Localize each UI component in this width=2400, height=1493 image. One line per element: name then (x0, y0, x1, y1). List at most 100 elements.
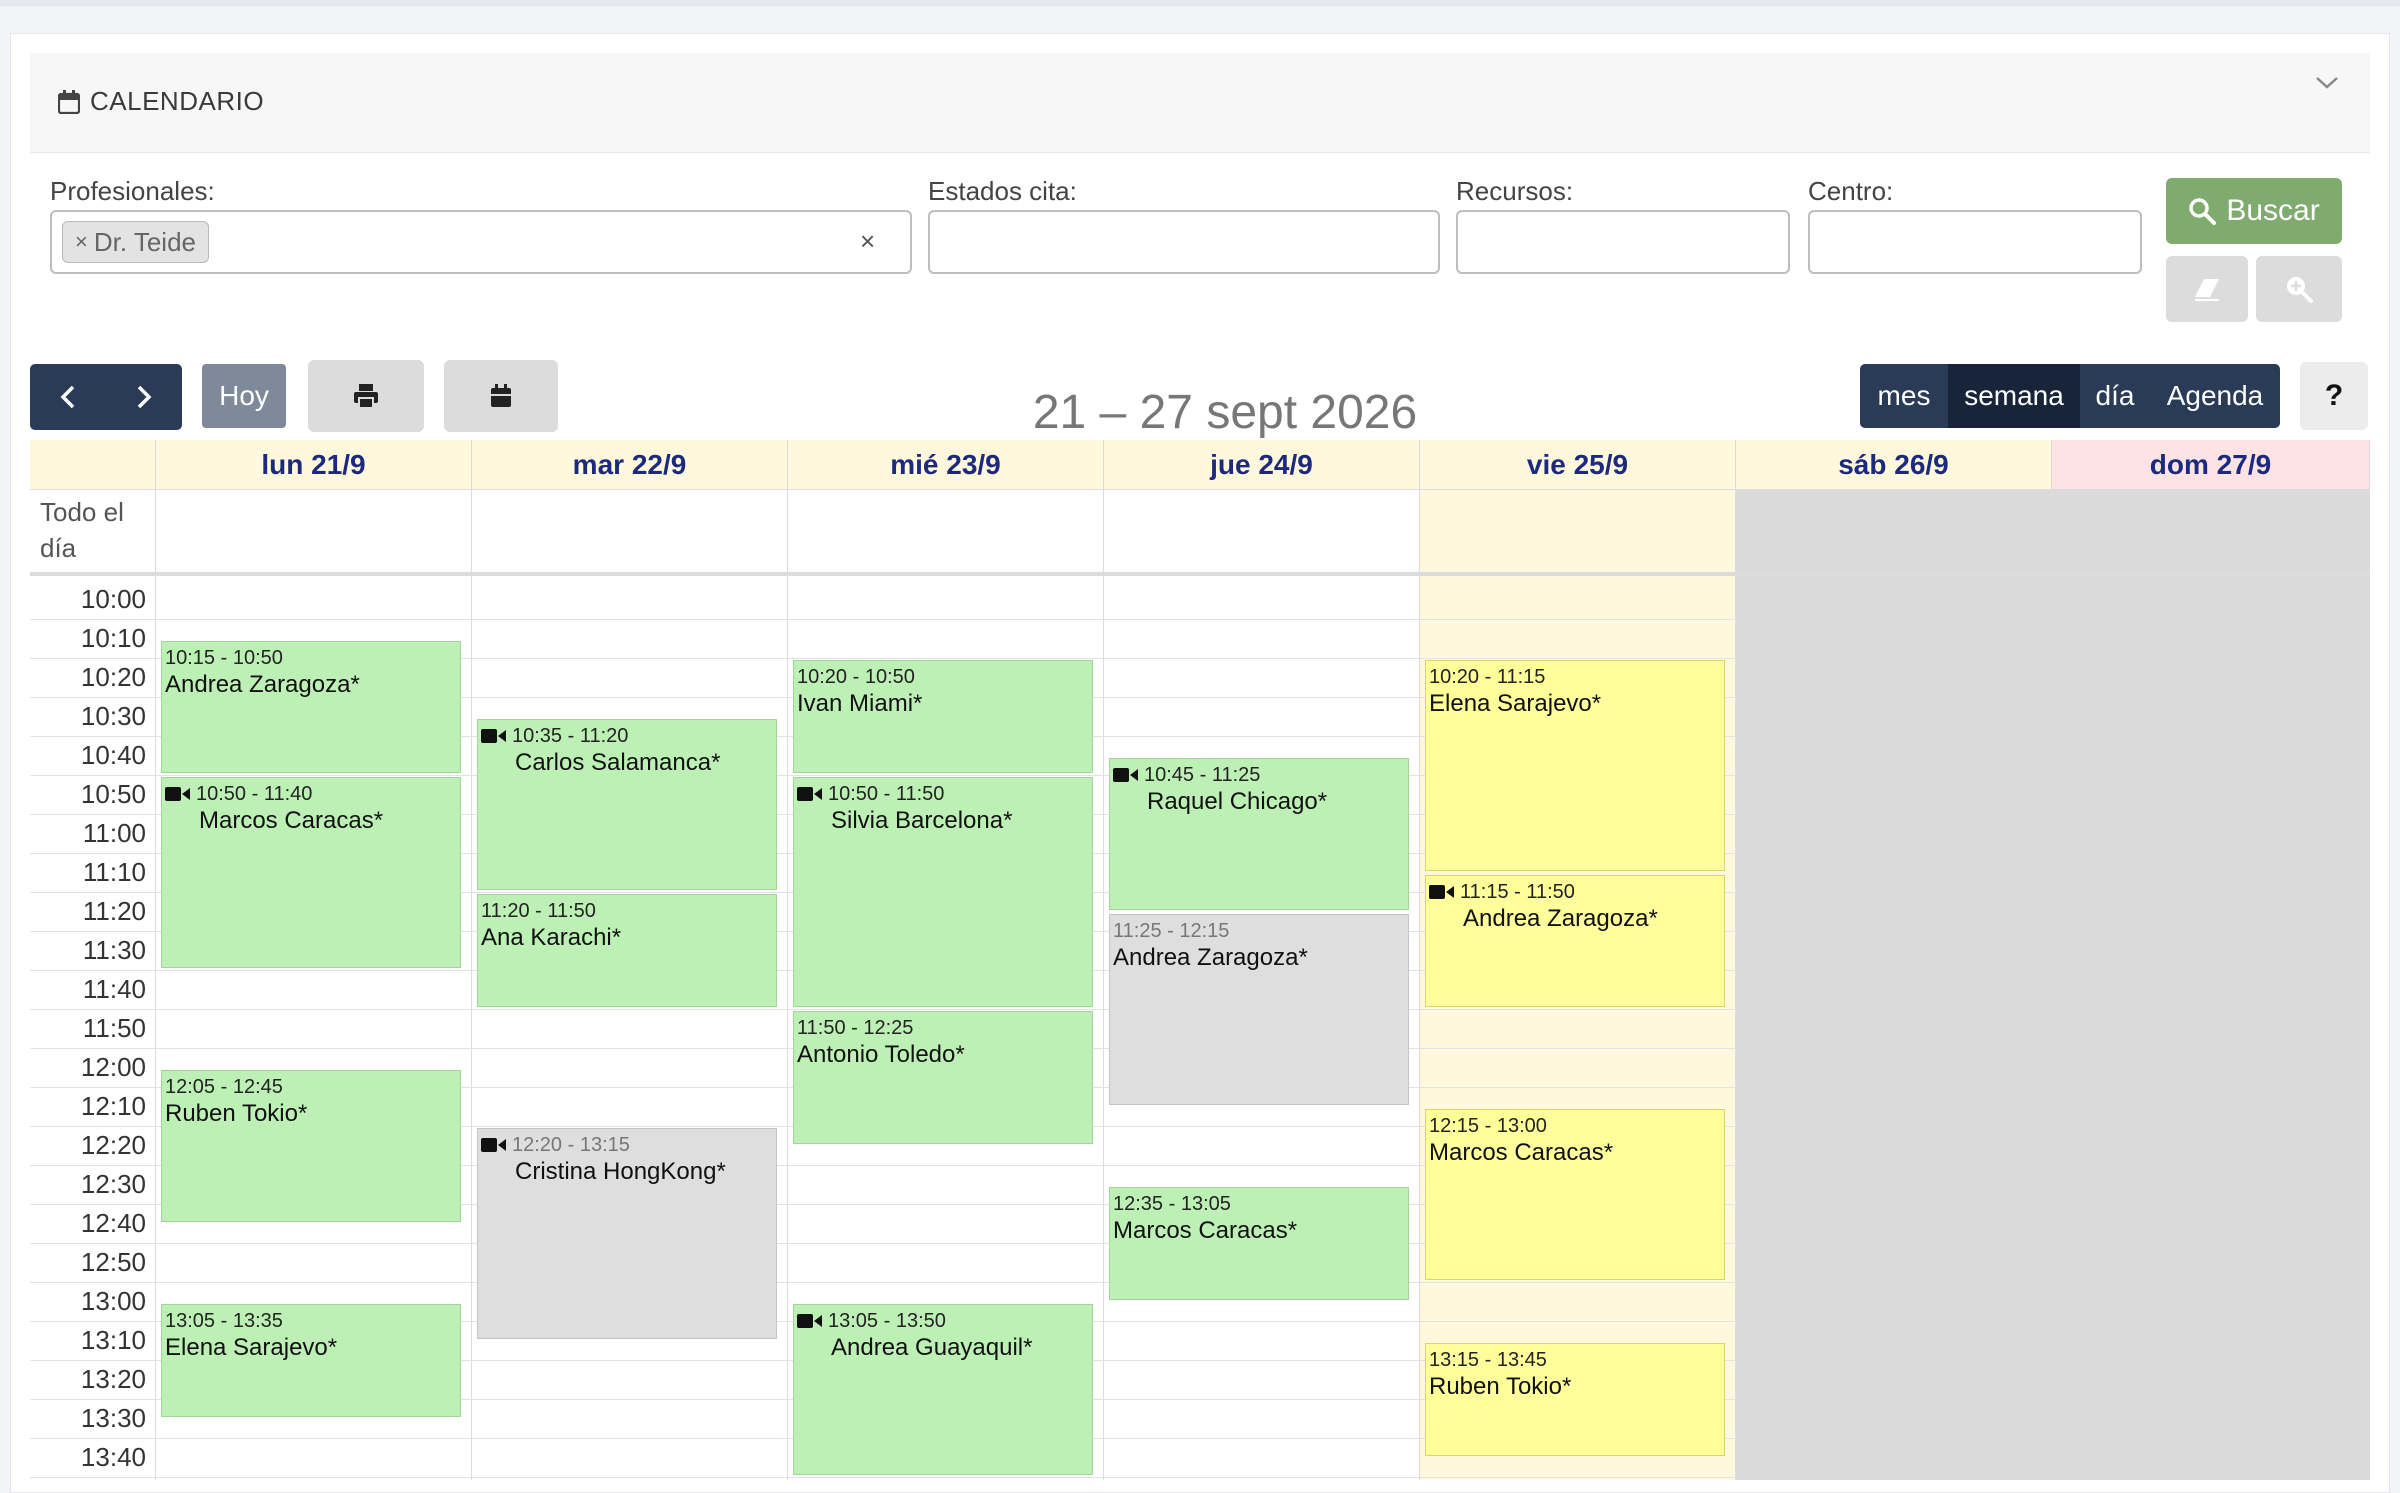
time-label: 13:10 (80, 1325, 146, 1355)
event-time-text: 10:20 - 10:50 (797, 666, 915, 688)
tag-label: Dr. Teide (93, 226, 196, 257)
video-camera-icon (165, 787, 190, 801)
time-label: 12:10 (80, 1091, 146, 1121)
event-time: 12:20 - 13:15 (481, 1133, 773, 1157)
event-time: 10:45 - 11:25 (1113, 763, 1405, 787)
all-day-cell[interactable] (1420, 490, 1736, 572)
day-header[interactable]: sáb 26/9 (1736, 440, 2052, 490)
event-time-text: 10:45 - 11:25 (1144, 763, 1261, 786)
appointment-event[interactable]: 10:20 - 11:15 Elena Sarajevo* (1425, 660, 1725, 871)
event-patient-name: Marcos Caracas* (1113, 1216, 1298, 1244)
zoom-button[interactable] (2256, 256, 2342, 322)
event-patient-name: Ruben Tokio* (1429, 1372, 1572, 1400)
buscar-button[interactable]: Buscar (2166, 178, 2342, 244)
view-mes-button[interactable]: mes (1860, 364, 1948, 428)
recursos-label: Recursos: (1456, 176, 1574, 206)
appointment-event[interactable]: 10:20 - 10:50 Ivan Miami* (793, 660, 1093, 773)
appointment-event[interactable]: 13:15 - 13:45 Ruben Tokio* (1425, 1342, 1725, 1456)
appointment-event[interactable]: 11:50 - 12:25 Antonio Toledo* (793, 1011, 1093, 1144)
time-label: 11:00 (82, 818, 146, 848)
print-icon (354, 384, 378, 409)
today-button[interactable]: Hoy (202, 364, 286, 428)
time-label: 13:20 (80, 1364, 146, 1394)
day-header[interactable]: mié 23/9 (788, 440, 1104, 490)
time-label: 10:00 (80, 584, 146, 614)
event-time: 13:05 - 13:35 (165, 1309, 457, 1333)
appointment-event[interactable]: 12:05 - 12:45 Ruben Tokio* (161, 1069, 461, 1222)
view-agenda-button[interactable]: Agenda (2150, 364, 2280, 428)
all-day-cell[interactable] (1736, 490, 2052, 572)
day-header[interactable]: vie 25/9 (1420, 440, 1736, 490)
day-header[interactable]: jue 24/9 (1104, 440, 1420, 490)
event-time: 12:05 - 12:45 (165, 1075, 457, 1099)
recursos-select[interactable] (1456, 210, 1790, 274)
appointment-event[interactable]: 10:15 - 10:50 Andrea Zaragoza* (161, 640, 461, 773)
estados-label: Estados cita: (928, 176, 1077, 206)
event-time: 10:15 - 10:50 (165, 646, 457, 670)
all-day-cell[interactable] (156, 490, 472, 572)
appointment-event[interactable]: 13:05 - 13:50 Andrea Guayaquil* (793, 1303, 1093, 1475)
appointment-event[interactable]: 12:15 - 13:00 Marcos Caracas* (1425, 1108, 1725, 1280)
appointment-event[interactable]: 10:45 - 11:25 Raquel Chicago* (1109, 757, 1409, 910)
view-switcher: mes semana día Agenda (1860, 364, 2280, 428)
video-camera-icon (481, 1138, 506, 1152)
appointment-event[interactable]: 10:50 - 11:40 Marcos Caracas* (161, 777, 461, 968)
calendar-icon (58, 89, 80, 114)
appointment-event[interactable]: 10:50 - 11:50 Silvia Barcelona* (793, 777, 1093, 1007)
time-label: 13:30 (80, 1403, 146, 1433)
calendar-picker-button[interactable] (444, 360, 558, 432)
day-column[interactable] (1736, 576, 2052, 1480)
event-time: 10:50 - 11:50 (797, 782, 1089, 806)
day-header[interactable]: dom 27/9 (2052, 440, 2370, 490)
appointment-event[interactable]: 12:20 - 13:15 Cristina HongKong* (477, 1128, 777, 1339)
appointment-event[interactable]: 11:15 - 11:50 Andrea Zaragoza* (1425, 874, 1725, 1007)
event-time-text: 12:05 - 12:45 (165, 1075, 283, 1098)
appointment-event[interactable]: 10:35 - 11:20 Carlos Salamanca* (477, 718, 777, 890)
all-day-cell[interactable] (1104, 490, 1420, 572)
event-time: 12:15 - 13:00 (1429, 1114, 1721, 1138)
view-dia-button[interactable]: día (2080, 364, 2150, 428)
all-day-cell[interactable] (788, 490, 1104, 572)
print-button[interactable] (308, 360, 424, 432)
all-day-cell[interactable] (472, 490, 788, 572)
appointment-event[interactable]: 11:20 - 11:50 Ana Karachi* (477, 894, 777, 1007)
event-patient-name: Silvia Barcelona* (831, 807, 1013, 834)
appointment-event[interactable]: 13:05 - 13:35 Elena Sarajevo* (161, 1303, 461, 1417)
event-time-text: 11:50 - 12:25 (797, 1017, 914, 1039)
top-bar (0, 0, 2400, 6)
appointment-event[interactable]: 11:25 - 12:15 Andrea Zaragoza* (1109, 913, 1409, 1105)
appointment-event[interactable]: 12:35 - 13:05 Marcos Caracas* (1109, 1186, 1409, 1300)
day-column[interactable] (2052, 576, 2370, 1480)
view-semana-button[interactable]: semana (1948, 364, 2080, 428)
clear-selection-icon[interactable]: × (860, 226, 875, 257)
tag-remove-icon[interactable]: × (75, 229, 88, 255)
estados-select[interactable] (928, 210, 1440, 274)
event-patient-name: Ruben Tokio* (165, 1099, 308, 1127)
time-label: 12:20 (80, 1130, 146, 1160)
next-button[interactable] (106, 364, 182, 430)
day-column[interactable] (472, 576, 788, 1480)
event-patient-name: Marcos Caracas* (199, 807, 384, 834)
card-title-text: CALENDARIO (90, 86, 265, 116)
profesionales-label: Profesionales: (50, 176, 215, 206)
video-camera-icon (1113, 767, 1138, 782)
event-time-text: 11:25 - 12:15 (1113, 919, 1230, 942)
header-gutter (30, 440, 156, 490)
all-day-cell[interactable] (2052, 490, 2370, 572)
chevron-down-icon[interactable] (2312, 68, 2342, 98)
event-time-text: 11:15 - 11:50 (1460, 880, 1575, 903)
event-time-text: 10:50 - 11:40 (196, 783, 313, 805)
card-header[interactable] (30, 53, 2370, 153)
day-header[interactable]: lun 21/9 (156, 440, 472, 490)
day-header[interactable]: mar 22/9 (472, 440, 788, 490)
help-button[interactable]: ? (2300, 362, 2368, 430)
centro-select[interactable] (1808, 210, 2142, 274)
eraser-button[interactable] (2166, 256, 2248, 322)
eraser-icon (2195, 279, 2219, 301)
event-time-text: 10:15 - 10:50 (165, 646, 283, 669)
event-patient-name: Andrea Guayaquil* (831, 1333, 1033, 1361)
prev-button[interactable] (30, 364, 106, 430)
time-label: 10:20 (80, 662, 146, 692)
slot-line (30, 619, 1736, 620)
zoom-in-icon (2287, 277, 2313, 303)
